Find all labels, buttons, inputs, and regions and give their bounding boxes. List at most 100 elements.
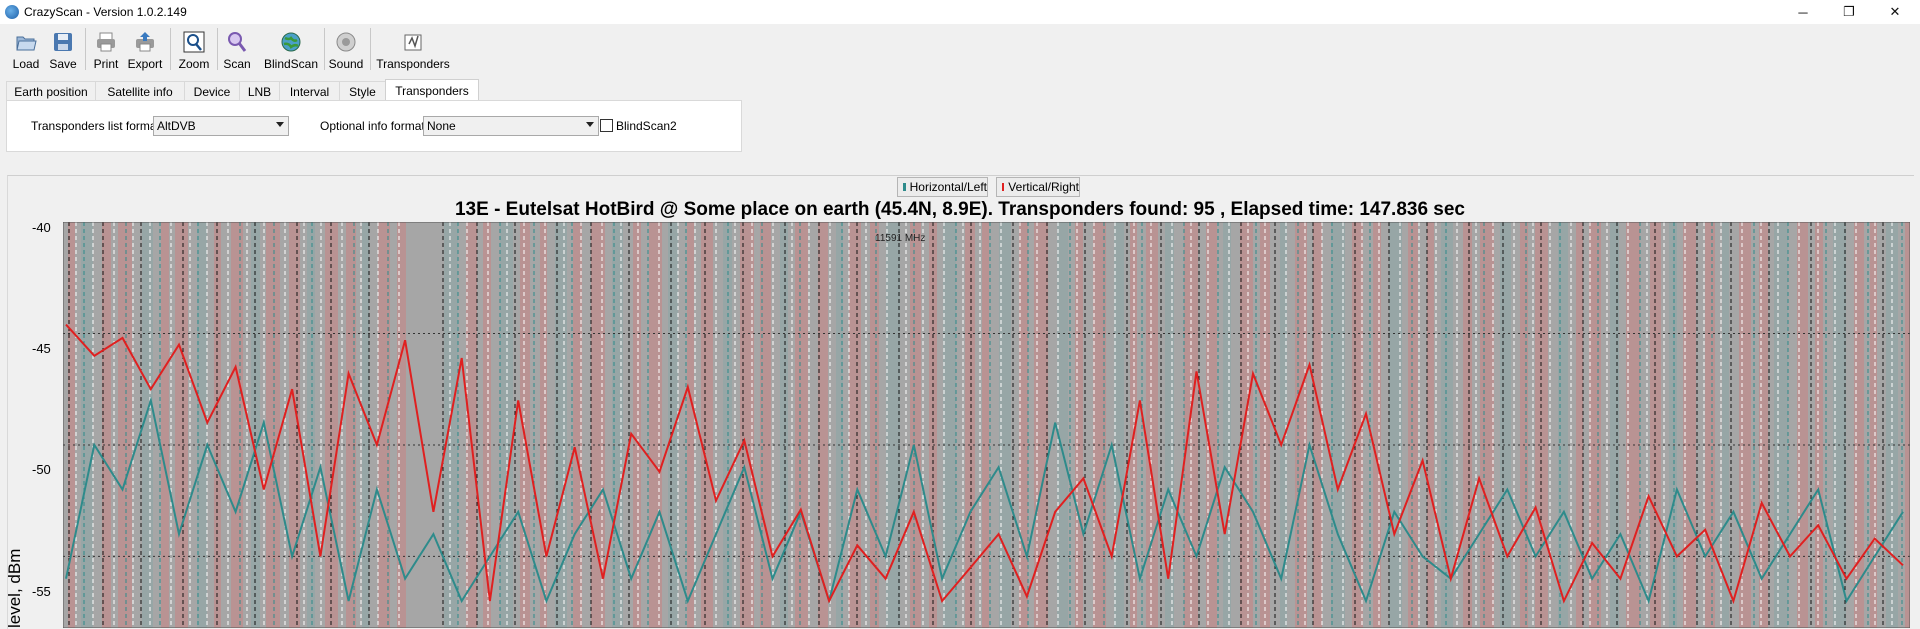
transponder-band [1146, 222, 1158, 628]
load-icon [16, 36, 37, 51]
cursor-frequency-label: 11591 MHz [875, 233, 925, 244]
transponder-band [795, 222, 808, 628]
chart-title: 13E - Eutelsat HotBird @ Some place on e… [454, 199, 1465, 220]
speaker-icon [336, 32, 356, 52]
scan-icon [228, 32, 247, 52]
zoom-button[interactable]: Zoom [179, 28, 209, 72]
restore-button[interactable]: ❐ [1826, 0, 1872, 24]
y-tick-label: -50 [32, 462, 51, 477]
transponder-band [175, 222, 188, 628]
transponder-band [466, 222, 477, 628]
close-button[interactable]: ✕ [1872, 0, 1918, 24]
legend-item-horizontal: Horizontal/Left [897, 177, 988, 197]
transponder-band [1520, 222, 1528, 628]
blindscan2-checkbox[interactable] [600, 119, 613, 132]
transponders-panel: Transponders list format AltDVB Optional… [6, 100, 742, 152]
y-axis-label: level, dBm [5, 548, 24, 628]
transponder-band [982, 222, 989, 628]
transponder-band [161, 222, 169, 628]
tab-interval[interactable]: Interval [279, 81, 340, 101]
transponder-band [943, 222, 956, 628]
transponder-band [1408, 222, 1418, 628]
toolbar: Load Save Print Export Zoom Scan BlindSc… [0, 24, 1920, 74]
transponder-band [1669, 222, 1677, 628]
tab-earth-position[interactable]: Earth position [6, 81, 96, 101]
save-icon [54, 33, 72, 51]
y-tick-label: -55 [32, 584, 51, 599]
transponder-band [1870, 222, 1877, 628]
toolbar-separator [217, 28, 218, 70]
y-tick-label: -40 [32, 220, 51, 235]
transponder-band [231, 222, 243, 628]
transponder-band [1722, 222, 1729, 628]
transponder-band [1705, 222, 1715, 628]
print-button[interactable]: Print [92, 28, 120, 72]
transponder-band [1427, 222, 1434, 628]
list-format-select[interactable]: AltDVB [153, 116, 289, 136]
transponder-band [687, 222, 694, 628]
transponder-band [1774, 222, 1788, 628]
tab-satellite-info[interactable]: Satellite info [95, 81, 185, 101]
legend-swatch-horizontal [903, 183, 906, 191]
transponder-band [1759, 222, 1768, 628]
save-button[interactable]: Save [49, 28, 77, 72]
transponder-band [1480, 222, 1494, 628]
transponder-band [540, 222, 547, 628]
blindscan2-label: BlindScan2 [616, 119, 677, 133]
chevron-down-icon [586, 122, 594, 127]
transponder-band [1463, 222, 1472, 628]
optional-info-select[interactable]: None [423, 116, 599, 136]
transponders-icon [404, 34, 422, 51]
minimize-button[interactable]: ─ [1780, 0, 1826, 24]
globe-icon [281, 32, 301, 52]
transponder-band [1240, 222, 1253, 628]
transponder-band [444, 222, 458, 628]
tab-lnb[interactable]: LNB [239, 81, 280, 101]
transponder-band [1739, 222, 1751, 628]
list-format-label: Transponders list format [31, 119, 160, 133]
transponder-band [81, 222, 93, 628]
toolbar-separator [370, 28, 371, 70]
transponder-band [307, 222, 315, 628]
transponder-band [649, 222, 662, 628]
load-button[interactable]: Load [12, 28, 40, 72]
transponder-band [1905, 222, 1910, 628]
transponder-band [1815, 222, 1823, 628]
chevron-down-icon [276, 122, 284, 127]
transponder-band [591, 222, 605, 628]
printer-icon [97, 32, 115, 52]
toolbar-separator [324, 28, 325, 70]
transponder-band [520, 222, 530, 628]
window-title: CrazyScan - Version 1.0.2.149 [24, 5, 187, 19]
tab-transponders[interactable]: Transponders [385, 79, 479, 102]
title-bar: CrazyScan - Version 1.0.2.149 ─ ❐ ✕ [0, 0, 1920, 24]
scan-button[interactable]: Scan [223, 28, 251, 72]
transponder-band [1500, 222, 1511, 628]
transponder-band [118, 222, 132, 628]
tab-style[interactable]: Style [339, 81, 386, 101]
transponder-band [1057, 222, 1068, 628]
transponder-band [910, 222, 921, 628]
app-icon [5, 5, 19, 19]
transponder-band [780, 222, 788, 628]
y-tick-label: -45 [32, 341, 51, 356]
transponder-band [1223, 222, 1231, 628]
transponder-band [1313, 222, 1322, 628]
export-button[interactable]: Export [128, 28, 162, 72]
blindscan-button[interactable]: BlindScan [264, 28, 318, 72]
transponder-band [849, 222, 861, 628]
transponder-band [266, 222, 280, 628]
sound-button[interactable]: Sound [329, 28, 363, 72]
toolbar-separator [85, 28, 86, 70]
transponder-band [886, 222, 900, 628]
tab-device[interactable]: Device [184, 81, 240, 101]
zoom-icon [183, 31, 205, 53]
transponder-band [1441, 222, 1453, 628]
transponders-button[interactable]: Transponders [376, 28, 450, 72]
legend-swatch-vertical [1002, 183, 1005, 191]
optional-info-label: Optional info format [320, 119, 425, 133]
export-icon [136, 32, 154, 52]
toolbar-separator [170, 28, 171, 70]
spectrum-plot[interactable]: 11591 MHz [63, 222, 1910, 628]
legend-item-vertical: Vertical/Right [996, 177, 1080, 197]
